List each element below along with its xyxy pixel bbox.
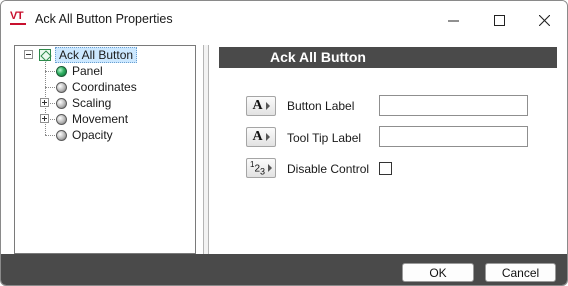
expand-movement-toggle[interactable] [40, 114, 49, 123]
gray-ball-icon [56, 97, 67, 109]
panel-title: Ack All Button [270, 49, 366, 65]
tooltip-label-input[interactable] [379, 126, 528, 147]
expand-scaling-toggle[interactable] [40, 98, 49, 107]
tree-item-coordinates[interactable]: Coordinates [56, 79, 137, 95]
tree-item-panel[interactable]: Panel [56, 63, 103, 79]
text-a-icon: A [252, 129, 263, 144]
tree-connector [45, 135, 55, 136]
maximize-icon [493, 14, 505, 26]
close-icon [538, 14, 550, 26]
tree-item-scaling[interactable]: Scaling [56, 95, 111, 111]
disable-control-label: Disable Control [287, 162, 370, 176]
gray-ball-icon [56, 129, 67, 141]
cancel-button[interactable]: Cancel [485, 263, 556, 282]
close-button[interactable] [521, 1, 567, 39]
container-icon [39, 49, 51, 61]
arrow-right-icon [268, 164, 273, 172]
properties-dialog: VT Ack All Button Properties Ack All But… [0, 0, 568, 286]
arrow-right-icon [265, 102, 270, 110]
arrow-right-icon [265, 133, 270, 141]
disable-control-type-button[interactable]: 123 [246, 158, 276, 178]
tree-item-label: Coordinates [72, 80, 137, 94]
green-ball-icon [56, 65, 67, 77]
gray-ball-icon [56, 113, 67, 125]
text-a-icon: A [252, 98, 263, 113]
minimize-icon [447, 20, 459, 21]
vtscada-logo-icon: VT [10, 11, 28, 27]
tree-connector [45, 71, 55, 72]
ok-button[interactable]: OK [402, 263, 474, 282]
tree-item-ack-all-button[interactable]: Ack All Button [39, 47, 138, 63]
tree-item-label: Movement [72, 112, 129, 126]
pane-splitter[interactable] [203, 45, 209, 254]
tooltip-label-label: Tool Tip Label [287, 131, 362, 145]
tooltip-label-type-button[interactable]: A [246, 127, 276, 147]
collapse-root-toggle[interactable] [24, 50, 33, 59]
minimize-button[interactable] [430, 1, 476, 39]
panel-header: Ack All Button [219, 47, 557, 68]
tree-item-label: Ack All Button [55, 47, 138, 63]
tree-item-label: Scaling [72, 96, 112, 110]
button-label-label: Button Label [287, 99, 355, 113]
gray-ball-icon [56, 81, 67, 93]
maximize-button[interactable] [476, 1, 522, 39]
window-title: Ack All Button Properties [35, 12, 173, 26]
tree-connector [45, 87, 55, 88]
tree-item-label: Opacity [72, 128, 113, 142]
tree-item-label: Panel [72, 64, 103, 78]
property-tree[interactable]: Ack All Button Panel Coordinates Scaling… [14, 45, 196, 254]
dialog-footer [1, 254, 567, 285]
disable-control-checkbox[interactable] [379, 162, 392, 175]
tree-item-opacity[interactable]: Opacity [56, 127, 113, 143]
button-label-type-button[interactable]: A [246, 96, 276, 116]
title-bar[interactable]: VT Ack All Button Properties [1, 1, 567, 39]
button-label-input[interactable] [379, 95, 528, 116]
numeric-icon: 123 [249, 159, 266, 177]
tree-item-movement[interactable]: Movement [56, 111, 128, 127]
